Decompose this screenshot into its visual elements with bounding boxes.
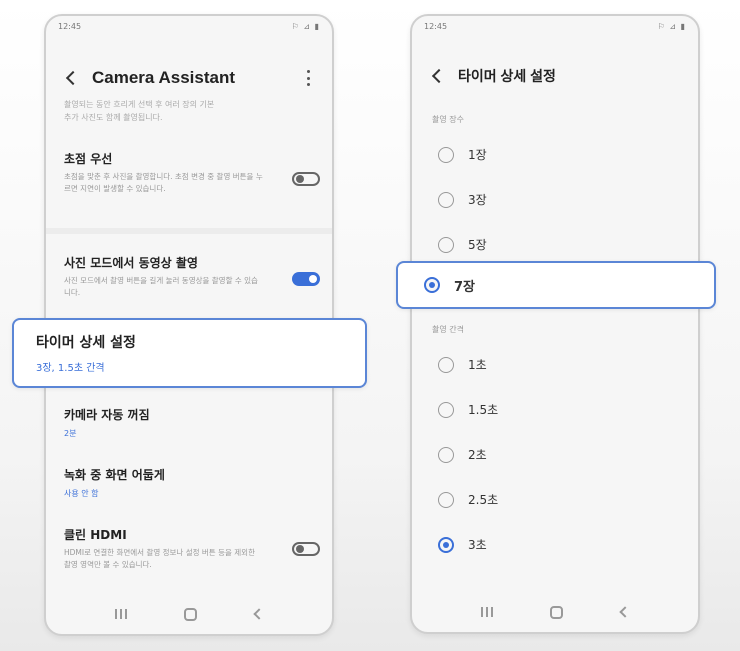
timer-settings-highlight[interactable]: 타이머 상세 설정 3장, 1.5초 간격 [12, 318, 367, 388]
status-bar: 12:45 ⚐ ⊿ ▮ [46, 16, 332, 40]
home-icon[interactable] [550, 605, 564, 619]
setting-title: 클린 HDMI [64, 528, 127, 542]
faded-line-1: 촬영되는 동안 흐리게 선택 후 여러 장의 기본 [64, 100, 215, 109]
radio-label: 3초 [468, 538, 487, 552]
radio-option-2-sec[interactable]: 2초 [438, 446, 487, 463]
navigation-bar [412, 592, 698, 632]
radio-button-selected[interactable] [438, 536, 454, 553]
status-time: 12:45 [424, 22, 448, 31]
setting-value: 2분 [64, 429, 77, 438]
nav-back-icon[interactable] [253, 608, 265, 620]
clean-hdmi-toggle[interactable] [292, 542, 320, 556]
radio-button[interactable] [438, 446, 454, 463]
divider [46, 228, 332, 234]
highlight-title: 타이머 상세 설정 [36, 335, 136, 351]
right-phone-screen: 12:45 ⚐ ⊿ ▮ 타이머 상세 설정 촬영 장수 1장 3장 5장 촬영 … [410, 14, 700, 634]
setting-title: 카메라 자동 꺼짐 [64, 408, 150, 422]
app-header: Camera Assistant [46, 64, 332, 92]
back-arrow-icon[interactable] [65, 70, 81, 86]
radio-option-1-shot[interactable]: 1장 [438, 146, 487, 163]
setting-value: 사용 안 함 [64, 489, 99, 498]
back-arrow-icon[interactable] [431, 68, 447, 84]
faded-line-2: 추가 사진도 함께 촬영됩니다. [64, 113, 163, 122]
setting-focus-priority[interactable]: 초점 우선 초점을 맞춘 후 사진을 촬영합니다. 초점 변경 중 촬영 버튼을… [64, 150, 320, 195]
radio-label: 7장 [454, 279, 476, 295]
setting-camera-auto-off[interactable]: 카메라 자동 꺼짐 2분 [64, 406, 320, 439]
radio-button[interactable] [438, 191, 454, 208]
setting-title: 녹화 중 화면 어둡게 [64, 468, 165, 482]
setting-description: 사진 모드에서 촬영 버튼을 길게 눌러 동영상을 촬영할 수 있습니다. [64, 276, 258, 297]
radio-label: 1.5초 [468, 403, 499, 417]
section-label-interval: 촬영 간격 [432, 325, 464, 334]
focus-priority-toggle[interactable] [292, 172, 320, 186]
recents-icon[interactable] [114, 609, 127, 619]
status-icons: ⚐ ⊿ ▮ [291, 22, 320, 31]
seven-shots-highlight[interactable]: 7장 [396, 261, 716, 309]
recents-icon[interactable] [480, 607, 493, 617]
setting-title: 사진 모드에서 동영상 촬영 [64, 256, 198, 270]
radio-option-1-5-sec[interactable]: 1.5초 [438, 401, 498, 418]
setting-title: 초점 우선 [64, 152, 113, 166]
section-label-shots: 촬영 장수 [432, 115, 464, 124]
radio-label: 5장 [468, 238, 487, 252]
home-icon[interactable] [184, 607, 198, 621]
video-in-photo-mode-toggle[interactable] [292, 272, 320, 286]
radio-label: 2초 [468, 448, 487, 462]
status-icons: ⚐ ⊿ ▮ [657, 22, 686, 31]
navigation-bar [46, 594, 332, 634]
radio-button[interactable] [438, 401, 454, 418]
faded-description: 촬영되는 동안 흐리게 선택 후 여러 장의 기본 추가 사진도 함께 촬영됩니… [64, 98, 284, 124]
radio-button[interactable] [438, 146, 454, 163]
setting-description: 초점을 맞춘 후 사진을 촬영합니다. 초점 변경 중 촬영 버튼을 누르면 지… [64, 172, 263, 193]
radio-label: 3장 [468, 193, 487, 207]
more-options-icon[interactable] [306, 70, 310, 86]
page-title: 타이머 상세 설정 [458, 68, 556, 84]
setting-description: HDMI로 연결한 화면에서 촬영 정보나 설정 버튼 등을 제외한 촬영 영역… [64, 548, 255, 569]
page-title: Camera Assistant [92, 68, 235, 87]
radio-option-3-sec[interactable]: 3초 [438, 536, 487, 553]
radio-label: 1장 [468, 148, 487, 162]
radio-label: 1초 [468, 358, 487, 372]
status-time: 12:45 [58, 22, 82, 31]
status-bar: 12:45 ⚐ ⊿ ▮ [412, 16, 698, 40]
radio-option-2-5-sec[interactable]: 2.5초 [438, 491, 498, 508]
radio-label: 2.5초 [468, 493, 499, 507]
radio-button[interactable] [438, 236, 454, 253]
setting-dim-screen-recording[interactable]: 녹화 중 화면 어둡게 사용 안 함 [64, 466, 320, 499]
radio-option-5-shots[interactable]: 5장 [438, 236, 487, 253]
highlight-value: 3장, 1.5초 간격 [36, 363, 105, 374]
setting-clean-hdmi[interactable]: 클린 HDMI HDMI로 연결한 화면에서 촬영 정보나 설정 버튼 등을 제… [64, 526, 320, 571]
radio-button-selected[interactable] [424, 277, 440, 293]
radio-button[interactable] [438, 356, 454, 373]
setting-video-in-photo-mode[interactable]: 사진 모드에서 동영상 촬영 사진 모드에서 촬영 버튼을 길게 눌러 동영상을… [64, 254, 320, 299]
radio-button[interactable] [438, 491, 454, 508]
nav-back-icon[interactable] [619, 606, 631, 618]
app-header: 타이머 상세 설정 [412, 62, 698, 90]
radio-option-1-sec[interactable]: 1초 [438, 356, 487, 373]
radio-option-3-shots[interactable]: 3장 [438, 191, 487, 208]
